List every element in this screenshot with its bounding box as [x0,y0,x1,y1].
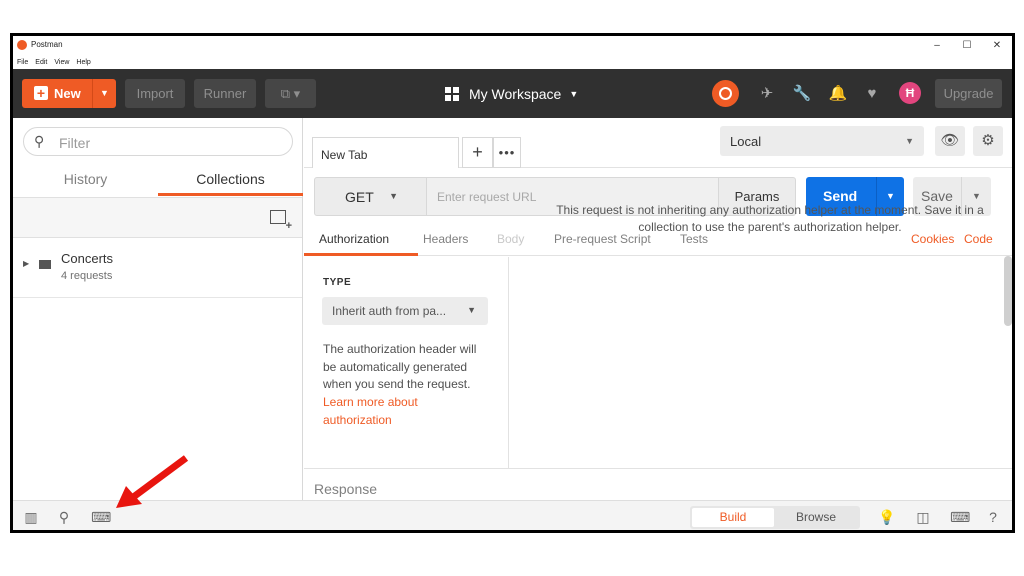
method-value: GET [345,189,374,205]
eye-icon[interactable]: 👁 [935,126,965,156]
browse-mode-button[interactable]: Browse [774,508,858,527]
expand-arrow-icon[interactable]: ▶ [23,259,29,268]
learn-more-link[interactable]: Learn more about authorization [323,394,443,429]
search-icon: ⚲ [34,133,45,149]
vertical-scrollbar[interactable] [1004,256,1012,326]
tab-collections[interactable]: Collections [158,163,303,196]
new-window-button[interactable]: ⧉ ▾ [265,79,316,108]
avatar[interactable]: Ħ [899,82,921,104]
toggle-sidebar-icon[interactable]: ▥ [23,509,39,525]
help-icon[interactable]: ? [985,509,1001,525]
more-tabs-icon[interactable]: ••• [493,137,521,168]
chevron-down-icon: ▼ [905,136,914,146]
sync-icon[interactable] [712,80,739,107]
wrench-icon[interactable]: 🔧 [791,83,813,105]
environment-value: Local [730,134,762,149]
menu-help[interactable]: Help [76,56,90,69]
sidebar: ⚲ Filter History Collections ▶ Concerts … [13,118,303,500]
workspace-label: My Workspace [469,86,562,102]
lightbulb-icon[interactable]: 💡 [878,509,895,525]
menu-bar: File Edit View Help [13,56,1012,69]
minimize-button[interactable]: – [922,36,952,56]
active-tab-indicator [304,253,418,256]
annotation-arrow-shaft [129,455,189,501]
new-button-label: New [54,86,81,101]
tab-history[interactable]: History [13,163,158,196]
build-mode-button[interactable]: Build [692,508,774,527]
chevron-down-icon: ▼ [467,305,476,315]
type-label: TYPE [323,277,352,288]
keyboard-shortcuts-icon[interactable]: ⌨ [950,509,970,525]
runner-button[interactable]: Runner [194,79,256,108]
auth-type-panel: TYPE Inherit auth from pa... ▼ The autho… [304,257,509,468]
filter-placeholder: Filter [59,135,91,151]
auth-description: The authorization header will be automat… [323,342,477,391]
new-button[interactable]: + New ▼ [22,79,116,108]
heart-icon[interactable]: ♥ [861,83,883,105]
window-title: Postman [31,40,63,49]
upgrade-button[interactable]: Upgrade [935,79,1002,108]
main-panel: New Tab + ••• Local ▼ 👁 ⚙ GET ▼ Enter re… [304,118,1012,500]
close-button[interactable]: ✕ [982,36,1012,56]
workspace-grid-icon [445,87,459,101]
bell-icon[interactable]: 🔔 [827,83,849,105]
collection-count: 4 requests [61,270,113,282]
postman-logo-icon [17,40,27,50]
request-tab[interactable]: New Tab [312,137,459,168]
filter-input[interactable]: ⚲ Filter [23,127,293,156]
tab-body[interactable]: Body [497,232,524,246]
console-icon[interactable]: ⌨ [91,509,111,525]
title-bar: Postman – ☐ ✕ [13,36,1012,56]
tab-authorization[interactable]: Authorization [319,232,389,246]
auth-message: This request is not inheriting any autho… [556,203,984,234]
build-browse-toggle: Build Browse [690,506,860,529]
auth-type-select[interactable]: Inherit auth from pa... ▼ [322,297,488,325]
maximize-button[interactable]: ☐ [952,36,982,56]
find-replace-icon[interactable]: ⚲ [56,509,72,525]
chevron-down-icon: ▼ [389,191,398,201]
new-collection-icon[interactable] [270,210,292,232]
plus-icon: + [34,86,48,100]
new-dropdown-chevron-icon[interactable]: ▼ [92,79,116,108]
collection-toolbar [13,198,302,238]
tab-headers[interactable]: Headers [423,232,468,246]
chevron-down-icon: ▼ [569,89,579,99]
gear-icon[interactable]: ⚙ [973,126,1003,156]
auth-type-value: Inherit auth from pa... [332,304,447,318]
two-pane-icon[interactable]: ◫ [915,509,931,525]
new-window-icon: ⧉ ▾ [280,86,301,101]
menu-file[interactable]: File [17,56,28,69]
annotation-arrow [116,455,189,508]
workspace-selector[interactable]: My Workspace ▼ [445,83,578,105]
menu-edit[interactable]: Edit [35,56,47,69]
app-header: + New ▼ Import Runner ⧉ ▾ My Workspace ▼… [13,69,1012,118]
environment-select[interactable]: Local ▼ [720,126,924,156]
import-button[interactable]: Import [125,79,185,108]
add-tab-button[interactable]: + [462,137,493,168]
response-label: Response [314,481,378,497]
list-item[interactable]: ▶ Concerts 4 requests [13,239,302,298]
collection-name: Concerts [61,251,114,266]
satellite-icon[interactable]: ✈ [756,83,778,105]
window-controls: – ☐ ✕ [922,36,1012,56]
method-select[interactable]: GET ▼ [314,177,427,216]
url-placeholder: Enter request URL [437,190,537,204]
folder-icon [39,260,51,269]
response-bar: Response [304,468,1012,500]
menu-view[interactable]: View [54,56,69,69]
